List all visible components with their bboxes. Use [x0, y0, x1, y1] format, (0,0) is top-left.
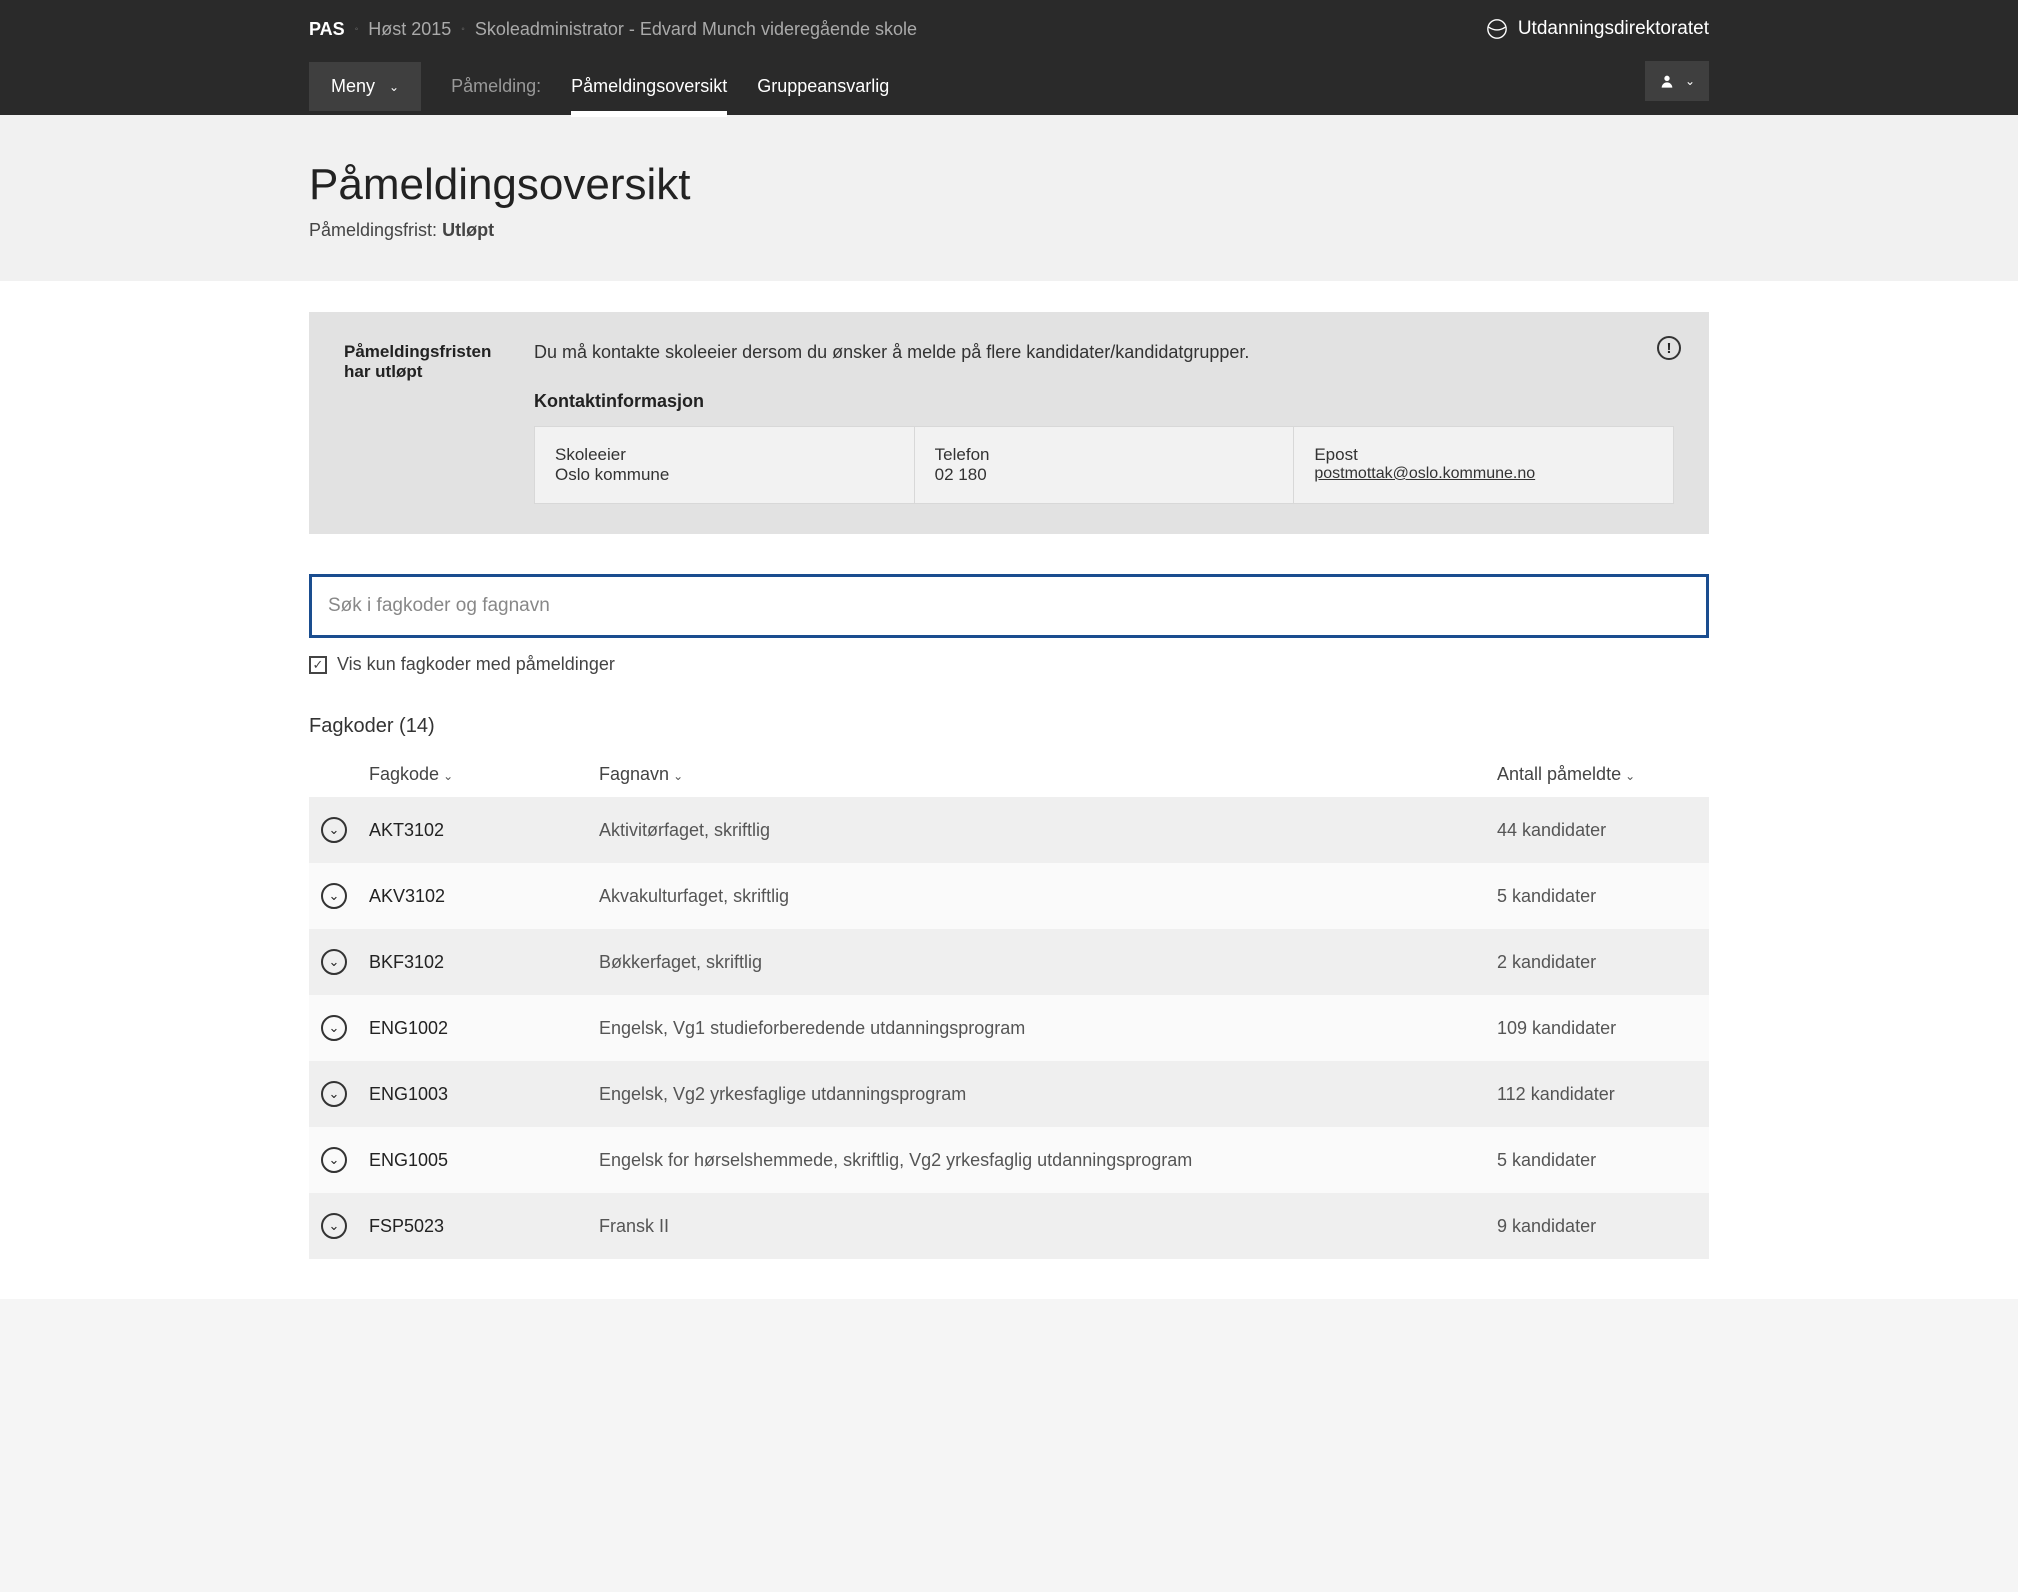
chevron-down-icon: ⌄ [389, 80, 399, 94]
column-antall[interactable]: Antall påmeldte⌄ [1497, 764, 1697, 785]
page-title: Påmeldingsoversikt [309, 160, 1709, 210]
nav-prefix: Påmelding: [451, 76, 541, 97]
row-name: Aktivitørfaget, skriftlig [599, 820, 1497, 841]
chevron-down-icon: ⌄ [1685, 74, 1695, 88]
contact-heading: Kontaktinformasjon [534, 391, 1674, 412]
notice-box: Påmeldingsfristen har utløpt Du må konta… [309, 312, 1709, 534]
breadcrumb: PAS ◦ Høst 2015 ◦ Skoleadministrator - E… [309, 19, 917, 40]
table-row[interactable]: ⌄ ENG1005Engelsk for hørselshemmede, skri… [309, 1127, 1709, 1193]
expand-button[interactable]: ⌄ [321, 883, 347, 909]
table-heading: Fagkoder (14) [309, 715, 1709, 738]
page-title-section: Påmeldingsoversikt Påmeldingsfrist: Utlø… [0, 115, 2018, 281]
phone-value: 02 180 [935, 465, 987, 484]
row-count: 9 kandidater [1497, 1216, 1697, 1237]
breadcrumb-sep-icon: ◦ [355, 24, 359, 35]
app-header: PAS ◦ Høst 2015 ◦ Skoleadministrator - E… [0, 0, 2018, 115]
column-fagnavn[interactable]: Fagnavn⌄ [599, 764, 1497, 785]
expand-button[interactable]: ⌄ [321, 1015, 347, 1041]
expand-button[interactable]: ⌄ [321, 1081, 347, 1107]
user-menu-button[interactable]: ⌄ [1645, 61, 1709, 101]
email-label: Epost [1314, 445, 1653, 465]
notice-heading: Påmeldingsfristen har utløpt [344, 342, 504, 504]
breadcrumb-term[interactable]: Høst 2015 [368, 19, 451, 40]
row-count: 5 kandidater [1497, 1150, 1697, 1171]
chevron-down-icon: ⌄ [1625, 769, 1635, 783]
owner-label: Skoleeier [555, 445, 894, 465]
row-name: Engelsk, Vg1 studieforberedende utdannin… [599, 1018, 1497, 1039]
table-row[interactable]: ⌄ ENG1002Engelsk, Vg1 studieforberedende … [309, 995, 1709, 1061]
row-code: FSP5023 [369, 1216, 599, 1237]
expand-button[interactable]: ⌄ [321, 1147, 347, 1173]
deadline-status: Utløpt [442, 220, 494, 240]
row-name: Engelsk, Vg2 yrkesfaglige utdanningsprog… [599, 1084, 1497, 1105]
chevron-down-icon: ⌄ [329, 888, 340, 904]
chevron-down-icon: ⌄ [329, 1086, 340, 1102]
deadline-line: Påmeldingsfrist: Utløpt [309, 220, 1709, 241]
expand-button[interactable]: ⌄ [321, 1213, 347, 1239]
chevron-down-icon: ⌄ [329, 954, 340, 970]
row-name: Fransk II [599, 1216, 1497, 1237]
org-emblem-icon [1486, 18, 1508, 40]
brand-label[interactable]: PAS [309, 19, 345, 40]
chevron-down-icon: ⌄ [329, 822, 340, 838]
menu-button[interactable]: Meny ⌄ [309, 62, 421, 111]
table-row[interactable]: ⌄ BKF3102Bøkkerfaget, skriftlig2 kandidat… [309, 929, 1709, 995]
filter-label[interactable]: Vis kun fagkoder med påmeldinger [337, 654, 615, 675]
table-header: Fagkode⌄ Fagnavn⌄ Antall påmeldte⌄ [309, 764, 1709, 797]
chevron-down-icon: ⌄ [329, 1218, 340, 1234]
table-row[interactable]: ⌄ ENG1003Engelsk, Vg2 yrkesfaglige utdann… [309, 1061, 1709, 1127]
row-code: ENG1002 [369, 1018, 599, 1039]
menu-label: Meny [331, 76, 375, 97]
row-count: 109 kandidater [1497, 1018, 1697, 1039]
table-row[interactable]: ⌄ FSP5023Fransk II9 kandidater [309, 1193, 1709, 1259]
row-name: Engelsk for hørselshemmede, skriftlig, V… [599, 1150, 1497, 1171]
row-count: 44 kandidater [1497, 820, 1697, 841]
expand-button[interactable]: ⌄ [321, 949, 347, 975]
expand-button[interactable]: ⌄ [321, 817, 347, 843]
row-code: AKV3102 [369, 886, 599, 907]
nav-link-pameldingsoversikt[interactable]: Påmeldingsoversikt [571, 58, 727, 115]
phone-label: Telefon [935, 445, 1274, 465]
table-row[interactable]: ⌄ AKT3102Aktivitørfaget, skriftlig44 kand… [309, 797, 1709, 863]
contact-grid: Skoleeier Oslo kommune Telefon 02 180 Ep… [534, 426, 1674, 504]
user-icon [1659, 73, 1675, 89]
row-name: Akvakulturfaget, skriftlig [599, 886, 1497, 907]
row-count: 5 kandidater [1497, 886, 1697, 907]
chevron-down-icon: ⌄ [329, 1152, 340, 1168]
deadline-label: Påmeldingsfrist: [309, 220, 437, 240]
alert-icon: ! [1657, 336, 1681, 360]
chevron-down-icon: ⌄ [329, 1020, 340, 1036]
row-count: 112 kandidater [1497, 1084, 1697, 1105]
row-name: Bøkkerfaget, skriftlig [599, 952, 1497, 973]
column-fagkode[interactable]: Fagkode⌄ [369, 764, 599, 785]
notice-message: Du må kontakte skoleeier dersom du ønske… [534, 342, 1674, 363]
row-code: ENG1005 [369, 1150, 599, 1171]
breadcrumb-sep-icon: ◦ [461, 24, 465, 35]
row-code: BKF3102 [369, 952, 599, 973]
search-input[interactable] [309, 574, 1709, 638]
filter-checkbox[interactable]: ✓ [309, 656, 327, 674]
owner-value: Oslo kommune [555, 465, 669, 484]
row-count: 2 kandidater [1497, 952, 1697, 973]
row-code: AKT3102 [369, 820, 599, 841]
org-name: Utdanningsdirektoratet [1518, 18, 1709, 40]
org-logo[interactable]: Utdanningsdirektoratet [1486, 18, 1709, 40]
chevron-down-icon: ⌄ [443, 769, 453, 783]
email-link[interactable]: postmottak@oslo.kommune.no [1314, 465, 1535, 482]
table-row[interactable]: ⌄ AKV3102Akvakulturfaget, skriftlig5 kand… [309, 863, 1709, 929]
chevron-down-icon: ⌄ [673, 769, 683, 783]
breadcrumb-role[interactable]: Skoleadministrator - Edvard Munch videre… [475, 19, 917, 40]
nav-link-gruppeansvarlig[interactable]: Gruppeansvarlig [757, 58, 889, 115]
row-code: ENG1003 [369, 1084, 599, 1105]
